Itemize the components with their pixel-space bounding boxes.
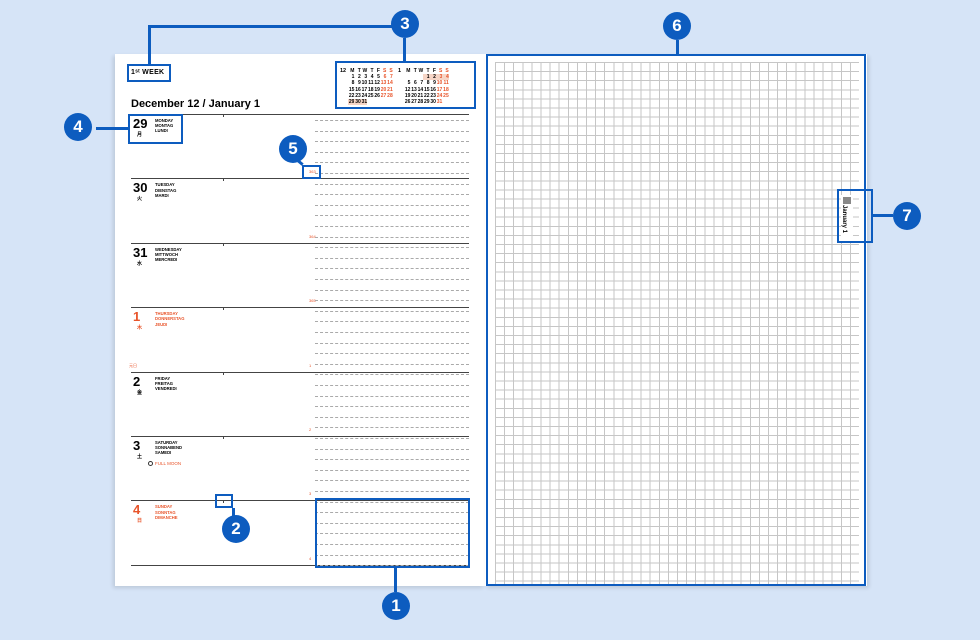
callout-box-5 — [302, 165, 321, 179]
day-name: VENDREDI — [155, 386, 177, 391]
day-date: 31 — [133, 244, 148, 260]
ruled-line — [315, 204, 469, 206]
callout-box-7 — [837, 189, 873, 243]
ruled-line — [315, 363, 469, 365]
ruled-line — [315, 194, 469, 196]
callout-line-week-v — [148, 26, 151, 64]
callout-badge-2: 2 — [222, 515, 250, 543]
ruled-line — [315, 385, 469, 386]
day-count: 1 — [309, 362, 312, 368]
day-date: 30 — [133, 180, 148, 196]
callout-badge-3: 3 — [391, 10, 419, 38]
ruled-line — [315, 120, 469, 121]
ruled-line — [315, 247, 469, 249]
day-names: WEDNESDAY MITTWOCH MERCREDI — [155, 247, 182, 263]
ruled-line — [315, 406, 469, 408]
ruled-line — [315, 332, 469, 333]
ruled-line — [315, 459, 469, 461]
day-kanji: 水 — [137, 260, 143, 267]
day-name: DONNERSTAG — [155, 316, 185, 322]
time-dot — [223, 307, 224, 311]
callout-box-4 — [128, 114, 183, 144]
day-count: 3 — [309, 491, 312, 497]
callout-line-4 — [96, 127, 128, 130]
ruled-line — [315, 353, 469, 355]
day-kanji: 土 — [137, 454, 143, 460]
time-dot — [223, 178, 224, 182]
page-title: December 12 / January 1 — [131, 98, 261, 110]
ruled-line — [315, 448, 469, 450]
day-date: 3 — [133, 438, 141, 453]
ruled-line — [315, 374, 469, 376]
callout-line-1 — [394, 568, 397, 592]
ruled-line — [315, 183, 469, 185]
day-name: DIMANCHE — [155, 514, 178, 520]
day-name: MARDI — [155, 192, 169, 198]
callout-badge-4: 4 — [64, 113, 92, 141]
day-names: SUNDAY SONNTAG DIMANCHE — [155, 504, 178, 520]
day-kanji: 日 — [137, 518, 143, 525]
day-count: 2 — [309, 426, 312, 432]
moon-icon — [148, 461, 153, 467]
callout-line-week-h — [148, 25, 394, 28]
day-kanji: 金 — [137, 389, 143, 396]
ruled-line — [315, 416, 469, 418]
time-dot — [223, 114, 224, 117]
callout-box-week — [127, 64, 171, 82]
callout-badge-1: 1 — [382, 592, 410, 620]
day-date: 1 — [133, 309, 141, 325]
ruled-line — [315, 279, 469, 280]
ruled-line — [315, 215, 469, 217]
callout-badge-5: 5 — [279, 135, 307, 163]
ruled-line — [315, 226, 469, 227]
ruled-line — [315, 236, 469, 238]
callout-line-3 — [403, 38, 406, 61]
callout-box-1 — [315, 498, 470, 568]
day-names: THURSDAY DONNERSTAG JEUDI — [155, 311, 184, 327]
ruled-line — [315, 130, 469, 132]
full-moon-label: FULL MOON — [148, 461, 182, 467]
callout-badge-6: 6 — [663, 12, 691, 40]
day-name: SAMEDI — [155, 450, 172, 456]
day-name: TUESDAY — [155, 182, 175, 188]
callout-badge-7: 7 — [893, 202, 921, 230]
day-names: TUESDAY DIENSTAG MARDI — [155, 182, 176, 198]
time-dot — [223, 436, 224, 439]
ruled-line — [315, 310, 469, 312]
day-kanji: 木 — [137, 325, 143, 332]
callout-line-7 — [873, 214, 893, 217]
ruled-line — [315, 342, 469, 344]
time-dot — [223, 242, 224, 246]
moon-text: FULL MOON — [155, 461, 182, 466]
ruled-line — [315, 427, 469, 429]
day-name: JEUDI — [155, 321, 168, 327]
day-date: 4 — [133, 502, 141, 518]
ruled-line — [315, 469, 469, 471]
time-dot — [223, 371, 224, 375]
ruled-line — [315, 289, 469, 291]
callout-box-3 — [335, 61, 476, 109]
day-date: 2 — [133, 373, 141, 389]
callout-line-6 — [676, 40, 679, 54]
callout-box-2 — [215, 494, 233, 508]
ruled-line — [315, 395, 469, 397]
ruled-line — [315, 268, 469, 270]
day-count: 4 — [309, 555, 312, 561]
day-names: SATURDAY SONNABEND SAMEDI — [155, 440, 182, 456]
ruled-line — [315, 257, 469, 259]
day-name: MERCREDI — [155, 257, 178, 263]
ruled-line — [315, 162, 469, 164]
ruled-line — [315, 300, 469, 302]
ruled-line — [315, 141, 469, 143]
holiday-note: 元日 — [129, 362, 137, 368]
day-names: FRIDAY FREITAG VENDREDI — [155, 376, 177, 392]
ruled-line — [315, 480, 469, 482]
ruled-line — [315, 438, 469, 439]
ruled-line — [315, 173, 469, 174]
ruled-line — [315, 151, 469, 153]
ruled-line — [315, 491, 469, 492]
day-kanji: 火 — [137, 196, 143, 203]
callout-box-6 — [486, 54, 866, 586]
ruled-line — [315, 321, 469, 323]
